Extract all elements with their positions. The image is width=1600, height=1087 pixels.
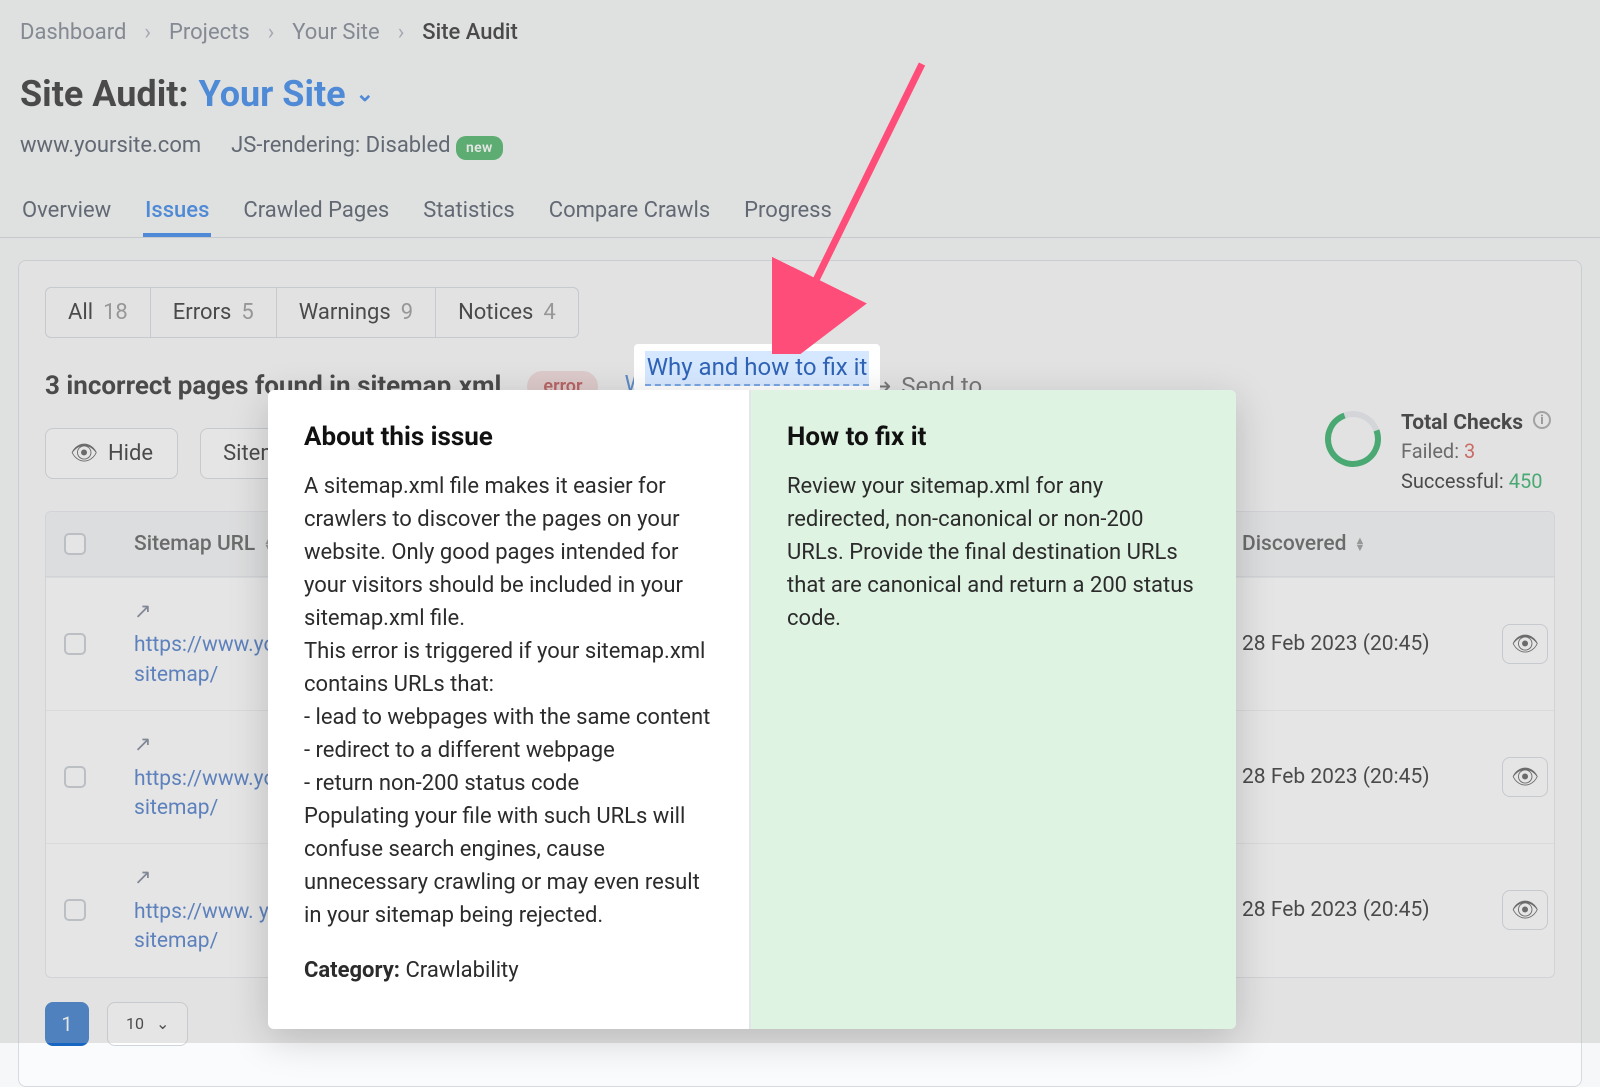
progress-ring-icon	[1316, 402, 1390, 476]
site-selector-label: Your Site	[199, 73, 346, 115]
per-page-select[interactable]: 10 ⌄	[107, 1002, 188, 1046]
breadcrumb: Dashboard › Projects › Your Site › Site …	[20, 20, 1580, 45]
tab-crawled-pages[interactable]: Crawled Pages	[241, 188, 391, 237]
tab-overview[interactable]: Overview	[20, 188, 113, 237]
column-discovered[interactable]: Discovered ▲▼	[1224, 512, 1484, 576]
view-button[interactable]: 👁	[1502, 624, 1548, 664]
chevron-right-icon: ›	[268, 20, 275, 45]
info-icon[interactable]: i	[1533, 411, 1551, 429]
page-current[interactable]: 1	[45, 1002, 89, 1046]
hide-button[interactable]: 👁 Hide	[45, 428, 178, 479]
fix-panel: How to fix it Review your sitemap.xml fo…	[751, 390, 1236, 1029]
external-link-icon: ↗	[134, 864, 152, 893]
page-header: Dashboard › Projects › Your Site › Site …	[0, 0, 1600, 158]
fix-body: Review your sitemap.xml for any redirect…	[787, 470, 1200, 635]
eye-icon: 👁	[1511, 898, 1539, 923]
discovered-cell: 28 Feb 2023 (20:45)	[1224, 878, 1484, 942]
subtitle-row: www.yoursite.com JS-rendering: Disabled …	[20, 133, 1580, 158]
about-panel: About this issue A sitemap.xml file make…	[268, 390, 751, 1029]
filter-all[interactable]: All18	[46, 288, 151, 337]
eye-icon: 👁	[70, 441, 98, 466]
chevron-right-icon: ›	[398, 20, 405, 45]
about-body: A sitemap.xml file makes it easier for c…	[304, 470, 717, 932]
breadcrumb-item[interactable]: Projects	[169, 20, 250, 45]
page-title: Site Audit:	[20, 73, 189, 115]
why-link-highlight[interactable]: Why and how to fix it	[634, 344, 880, 392]
tab-progress[interactable]: Progress	[742, 188, 834, 237]
page-title-row: Site Audit: Your Site ⌄	[20, 73, 1580, 115]
issue-type-filter: All18 Errors5 Warnings9 Notices4	[45, 287, 579, 338]
sort-icon: ▲▼	[1354, 537, 1365, 551]
tab-issues[interactable]: Issues	[143, 188, 211, 237]
successful-count: Successful: 450	[1401, 469, 1551, 493]
total-checks-card: Total Checks i Failed: 3 Successful: 450	[1325, 411, 1551, 493]
js-rendering-status: JS-rendering: Disabled new	[231, 133, 502, 158]
total-checks-title: Total Checks i	[1401, 411, 1551, 435]
tab-statistics[interactable]: Statistics	[421, 188, 517, 237]
breadcrumb-item[interactable]: Dashboard	[20, 20, 126, 45]
about-title: About this issue	[304, 422, 717, 452]
external-link-icon: ↗	[134, 598, 152, 627]
filter-notices[interactable]: Notices4	[436, 288, 578, 337]
new-badge: new	[456, 136, 503, 160]
fix-title: How to fix it	[787, 422, 1200, 452]
breadcrumb-current: Site Audit	[422, 20, 518, 45]
filter-errors[interactable]: Errors5	[151, 288, 277, 337]
select-all-checkbox[interactable]	[64, 533, 86, 555]
external-link-icon: ↗	[134, 731, 152, 760]
site-url: www.yoursite.com	[20, 133, 201, 158]
chevron-down-icon: ⌄	[156, 1014, 169, 1033]
issue-explanation-popover: About this issue A sitemap.xml file make…	[268, 390, 1236, 1029]
site-selector[interactable]: Your Site ⌄	[199, 73, 375, 115]
row-checkbox[interactable]	[64, 633, 86, 655]
eye-icon: 👁	[1511, 765, 1539, 790]
discovered-cell: 28 Feb 2023 (20:45)	[1224, 745, 1484, 809]
chevron-down-icon: ⌄	[356, 82, 374, 107]
eye-icon: 👁	[1511, 632, 1539, 657]
discovered-cell: 28 Feb 2023 (20:45)	[1224, 612, 1484, 676]
view-button[interactable]: 👁	[1502, 757, 1548, 797]
failed-count: Failed: 3	[1401, 439, 1551, 463]
tab-compare-crawls[interactable]: Compare Crawls	[547, 188, 712, 237]
chevron-right-icon: ›	[144, 20, 151, 45]
breadcrumb-item[interactable]: Your Site	[292, 20, 379, 45]
category-line: Category: Crawlability	[304, 954, 717, 987]
row-checkbox[interactable]	[64, 766, 86, 788]
filter-warnings[interactable]: Warnings9	[277, 288, 436, 337]
view-button[interactable]: 👁	[1502, 890, 1548, 930]
tabs: Overview Issues Crawled Pages Statistics…	[0, 188, 1600, 238]
row-checkbox[interactable]	[64, 899, 86, 921]
